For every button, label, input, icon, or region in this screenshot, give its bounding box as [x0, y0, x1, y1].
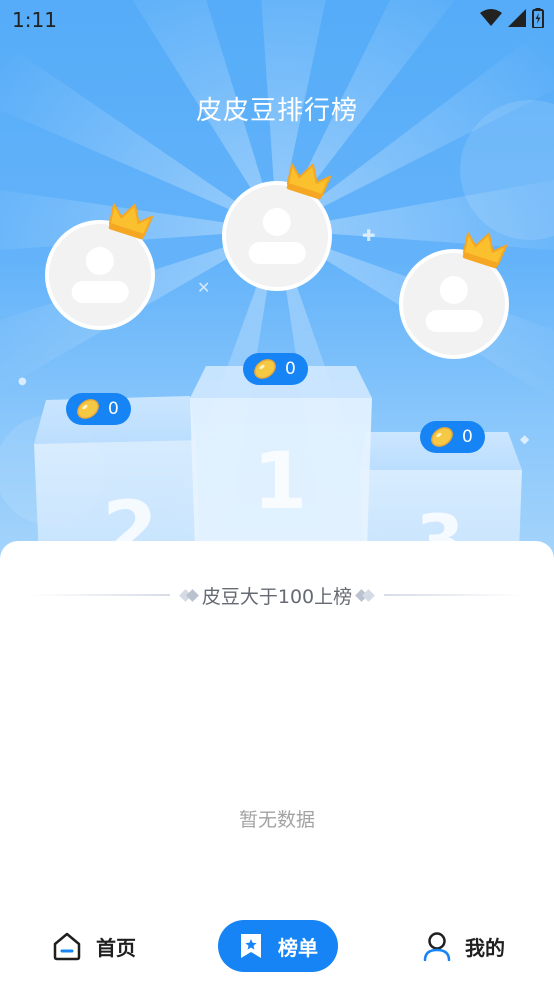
crown-icon — [286, 163, 332, 200]
tab-profile[interactable]: 我的 — [423, 920, 505, 972]
home-icon — [53, 932, 81, 961]
bean-value: 0 — [285, 359, 296, 379]
empty-state-text: 暂无数据 — [238, 809, 315, 831]
tab-label: 榜单 — [278, 935, 318, 960]
bookmark-star-icon — [241, 934, 261, 958]
bean-count-rank-3: 0 — [420, 421, 485, 453]
sparkle-icon: ✚ — [362, 226, 376, 245]
bean-count-rank-1: 0 — [243, 353, 308, 385]
bean-icon — [77, 399, 99, 419]
tab-leaderboard[interactable]: 榜单 — [218, 920, 338, 972]
crown-icon — [108, 203, 154, 240]
bean-value: 0 — [462, 427, 473, 447]
tab-label: 首页 — [96, 935, 136, 960]
section-header: 皮豆大于100上榜 — [0, 581, 554, 609]
battery-charging-icon — [532, 8, 544, 28]
user-icon — [423, 932, 451, 961]
bean-count-rank-2: 0 — [66, 393, 131, 425]
crown-icon — [462, 232, 508, 269]
rank-number-1: 1 — [253, 437, 307, 527]
signal-icon — [508, 9, 526, 27]
status-time: 1:11 — [12, 8, 57, 32]
bean-icon — [254, 359, 276, 379]
diamond-icon — [178, 588, 199, 602]
tab-home[interactable]: 首页 — [52, 920, 136, 972]
wifi-icon — [480, 9, 502, 26]
leaderboard-hero: 1:11 皮皮豆排行榜 ✚ ✕ ● ◆ 1 2 3 0 0 0 — [0, 0, 554, 580]
divider — [384, 594, 524, 596]
status-bar: 1:11 — [0, 0, 554, 40]
bean-value: 0 — [108, 399, 119, 419]
page-title: 皮皮豆排行榜 — [195, 96, 358, 126]
bean-icon — [431, 427, 453, 447]
divider — [30, 594, 170, 596]
section-title: 皮豆大于100上榜 — [201, 585, 353, 608]
bottom-tab-bar: 首页 榜单 我的 — [0, 910, 554, 985]
diamond-icon — [355, 588, 375, 602]
tab-label: 我的 — [465, 935, 505, 960]
sparkle-icon: ✕ — [197, 278, 211, 297]
